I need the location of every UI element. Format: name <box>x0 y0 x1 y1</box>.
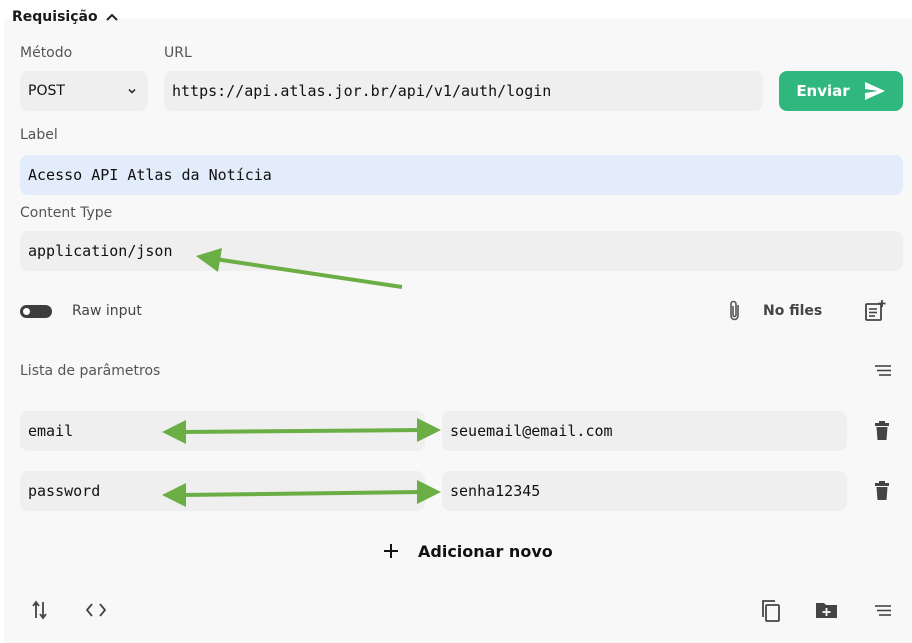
send-icon <box>864 81 886 101</box>
param-key-value: password <box>28 482 101 500</box>
copy-icon[interactable] <box>760 599 782 623</box>
params-title: Lista de parâmetros <box>20 363 161 379</box>
add-note-icon[interactable] <box>864 300 886 322</box>
paperclip-icon[interactable] <box>726 300 744 322</box>
raw-input-label: Raw input <box>72 303 142 319</box>
content-type-input[interactable]: application/json <box>20 231 903 271</box>
content-type-caption: Content Type <box>20 205 113 221</box>
param-key-input[interactable]: password <box>20 471 425 511</box>
method-value: POST <box>28 83 65 99</box>
url-label: URL <box>164 45 192 61</box>
param-key-value: email <box>28 422 74 440</box>
request-label-input[interactable]: Acesso API Atlas da Notícia <box>20 155 903 195</box>
param-value-value: seuemail@email.com <box>450 422 613 440</box>
sort-lines-icon[interactable] <box>873 363 893 379</box>
param-key-input[interactable]: email <box>20 411 425 451</box>
plus-icon <box>380 540 402 562</box>
method-label: Método <box>20 45 73 61</box>
trash-icon[interactable] <box>874 421 890 441</box>
swap-vertical-icon[interactable] <box>31 600 49 620</box>
section-title: Requisição <box>12 9 98 25</box>
url-input[interactable]: https://api.atlas.jor.br/api/v1/auth/log… <box>164 71 763 111</box>
send-button[interactable]: Enviar <box>779 71 903 111</box>
chevron-down-icon <box>126 85 138 97</box>
param-value-value: senha12345 <box>450 482 541 500</box>
request-label-value: Acesso API Atlas da Notícia <box>28 166 272 184</box>
new-folder-icon[interactable] <box>815 600 839 620</box>
code-icon[interactable] <box>85 601 107 619</box>
sort-lines-icon[interactable] <box>873 603 893 619</box>
method-select[interactable]: POST <box>20 71 148 111</box>
files-status: No files <box>763 303 823 319</box>
chevron-up-icon[interactable] <box>104 9 120 25</box>
content-type-value: application/json <box>28 242 173 260</box>
request-label-caption: Label <box>20 127 58 143</box>
raw-input-toggle[interactable] <box>20 305 52 318</box>
add-param-label: Adicionar novo <box>418 541 553 561</box>
param-value-input[interactable]: seuemail@email.com <box>442 411 847 451</box>
add-param-button[interactable]: Adicionar novo <box>380 539 553 563</box>
trash-icon[interactable] <box>874 481 890 501</box>
param-value-input[interactable]: senha12345 <box>442 471 847 511</box>
send-label: Enviar <box>796 82 850 100</box>
url-value: https://api.atlas.jor.br/api/v1/auth/log… <box>172 82 552 100</box>
